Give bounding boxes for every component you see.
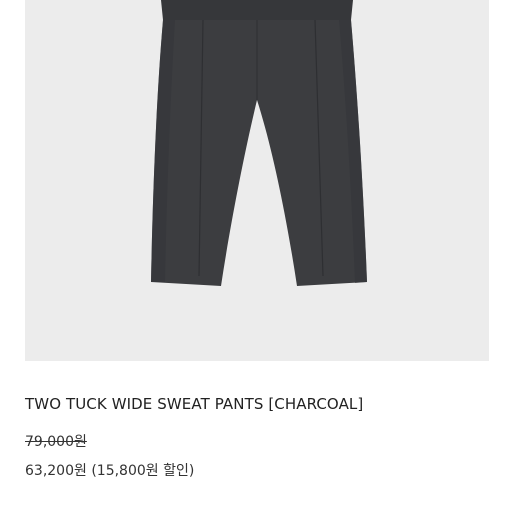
sale-price-line: 63,200원 (15,800원 할인) bbox=[25, 460, 194, 480]
product-detail-page: TWO TUCK WIDE SWEAT PANTS [CHARCOAL] 79,… bbox=[0, 0, 514, 514]
product-image[interactable] bbox=[25, 0, 489, 361]
discount-text: (15,800원 할인) bbox=[91, 463, 195, 479]
waistband-shape bbox=[161, 0, 353, 20]
pants-body-shape bbox=[151, 20, 367, 286]
original-price: 79,000원 bbox=[25, 434, 87, 450]
pants-photo-icon bbox=[151, 0, 367, 286]
sale-price: 63,200원 bbox=[25, 463, 87, 479]
product-name: TWO TUCK WIDE SWEAT PANTS [CHARCOAL] bbox=[25, 395, 364, 413]
